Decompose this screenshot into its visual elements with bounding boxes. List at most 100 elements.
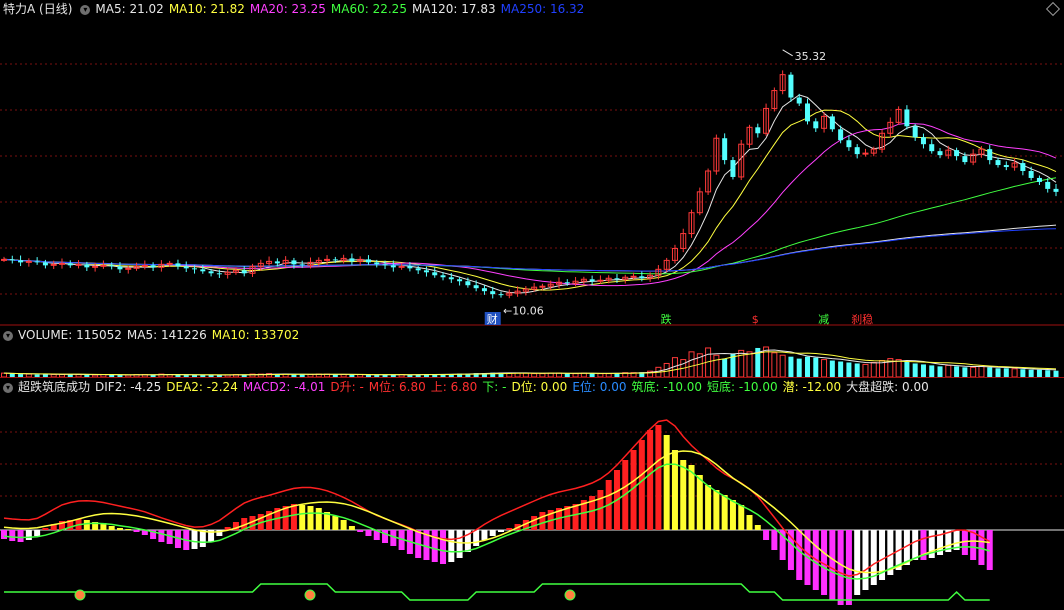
candle-body — [141, 264, 148, 267]
candle-body — [84, 264, 90, 268]
macd-bar — [17, 530, 24, 542]
candle-body — [432, 272, 438, 276]
candle-body — [962, 156, 968, 163]
candle-body — [75, 263, 82, 266]
event-marker: 跌 — [661, 312, 672, 326]
volume-bar — [605, 373, 612, 378]
macd-bar — [340, 520, 347, 530]
macd-bar — [655, 425, 662, 530]
main-legend-item-5: MA250: 16.32 — [500, 2, 585, 16]
candle-body — [457, 279, 463, 282]
macd-bar — [158, 530, 165, 542]
volume-bar — [804, 356, 810, 377]
macd-bar — [539, 512, 546, 530]
macd-bar — [299, 505, 306, 530]
main-legend-item-3: MA60: 22.25 — [330, 2, 407, 16]
volume-bar — [1045, 370, 1051, 377]
candle-body — [539, 285, 546, 288]
volume-bar — [738, 349, 745, 378]
candle-body — [34, 261, 40, 263]
volume-bar — [854, 363, 860, 377]
macd-bar — [754, 525, 761, 530]
volume-bar — [1011, 368, 1018, 378]
candle-body — [597, 279, 604, 282]
volume-bar — [597, 373, 604, 378]
price-chart: 35.32 ←10.06 财 跌 $ 减 刹稳 — [0, 49, 1064, 326]
volume-bar — [895, 359, 902, 378]
settings-circle-icon[interactable]: ▾ — [80, 4, 91, 15]
candle-body — [804, 103, 810, 122]
macd-bar — [763, 530, 770, 540]
candle-body — [25, 260, 32, 263]
volume-bar — [920, 364, 926, 377]
candle-body — [1, 258, 7, 261]
volume-legend-items: VOLUME: 115052 MA5: 141226 MA10: 133702 — [18, 328, 304, 342]
candle-body — [398, 265, 405, 268]
volume-bar — [75, 374, 82, 378]
candle-body — [564, 282, 570, 284]
macd-bar — [647, 430, 654, 530]
indicator-legend-item-1: DIF2: -4.25 — [95, 380, 162, 394]
volume-chart — [0, 346, 1064, 378]
indicator-legend-item-10: 筑底: -10.00 — [631, 380, 703, 394]
candle-body — [465, 281, 471, 286]
volume-bar — [340, 374, 347, 378]
candle-body — [67, 263, 73, 266]
volume-bar — [945, 364, 952, 378]
candle-body — [274, 261, 280, 264]
macd-bar — [696, 475, 703, 530]
macd-bar — [357, 530, 364, 532]
volume-bar — [117, 375, 123, 377]
volume-bar — [796, 358, 802, 377]
macd-bar — [348, 526, 355, 530]
candle-body — [912, 126, 918, 138]
candle-body — [639, 276, 645, 279]
macd-bar — [912, 530, 919, 560]
candle-body — [192, 268, 198, 270]
macd-bar — [638, 440, 645, 530]
candle-body — [125, 267, 132, 270]
macd-bar — [705, 485, 712, 530]
volume-bar — [332, 374, 338, 377]
candle-body — [846, 140, 852, 148]
macd-bar — [116, 528, 123, 530]
candle-body — [332, 259, 338, 261]
macd-bar — [680, 460, 687, 530]
candle-body — [216, 273, 222, 275]
vol-ma5-line — [3, 349, 1057, 376]
macd-bar — [970, 530, 977, 560]
volume-legend-item-1: MA5: 141226 — [126, 328, 207, 342]
macd-bar — [729, 500, 736, 530]
volume-bar — [531, 373, 538, 378]
main-legend-item-2: MA20: 23.25 — [249, 2, 326, 16]
volume-bar — [937, 366, 943, 377]
volume-bar — [92, 374, 99, 378]
indicator-legend-item-8: D位: 0.00 — [511, 380, 568, 394]
candle-body — [954, 150, 960, 157]
candle-body — [109, 265, 115, 267]
macd-bar — [854, 530, 861, 595]
candle-body — [1036, 177, 1042, 182]
volume-bar — [771, 352, 778, 378]
volume-bar — [813, 357, 819, 377]
macd-bar — [473, 530, 480, 546]
candle-body — [58, 262, 65, 265]
volume-settings-icon[interactable]: ▾ — [3, 330, 13, 341]
volume-bar — [929, 365, 935, 377]
candle-body — [183, 266, 189, 269]
macd-bar — [746, 515, 753, 530]
candle-body — [241, 270, 247, 274]
event-marker: 刹稳 — [851, 312, 873, 326]
candle-body — [1053, 188, 1059, 192]
macd-bar — [191, 530, 198, 549]
volume-bar — [299, 374, 305, 377]
candle-body — [42, 262, 48, 266]
volume-bar — [58, 374, 65, 378]
volume-bar — [995, 368, 1001, 377]
candle-body — [50, 263, 57, 266]
candle-body — [440, 275, 446, 278]
indicator-settings-icon[interactable]: ▾ — [3, 382, 13, 393]
vol-ma10-line — [3, 351, 1057, 376]
main-legend: 特力A (日线) ▾ MA5: 21.02 MA10: 21.82 MA20: 23.2… — [0, 0, 1064, 18]
signal-dot — [304, 589, 316, 601]
